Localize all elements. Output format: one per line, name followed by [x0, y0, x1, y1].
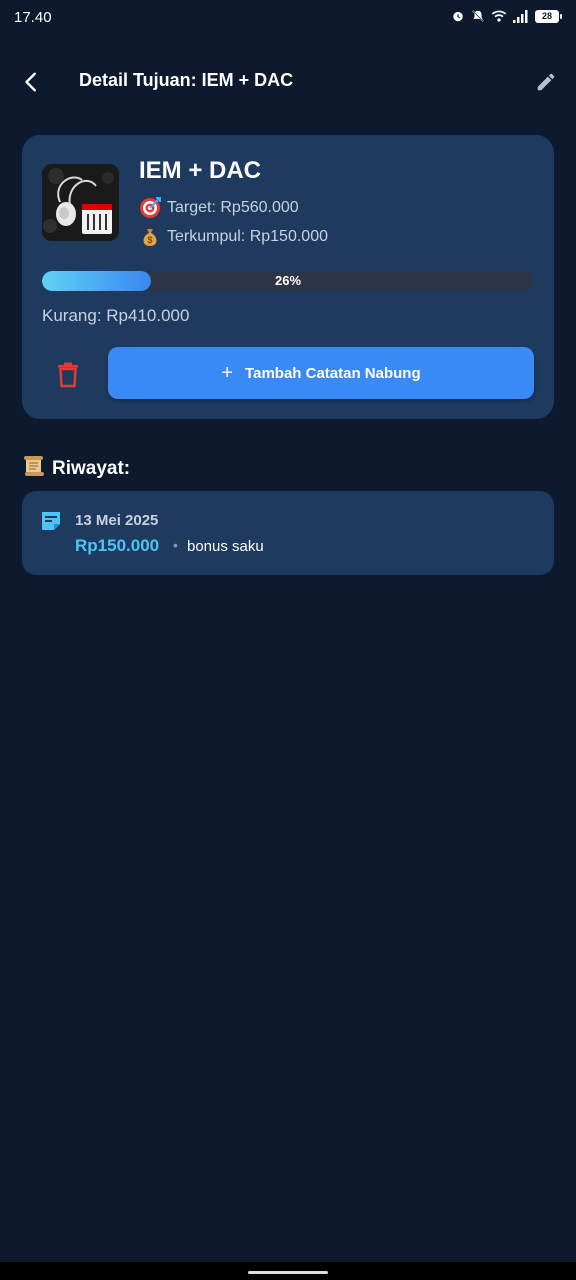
progress-percent: 26% [274, 273, 302, 288]
svg-text:$: $ [147, 235, 152, 245]
bell-off-icon [472, 10, 484, 22]
target-emoji-icon [139, 197, 161, 219]
scroll-emoji-icon [22, 454, 46, 484]
edit-button[interactable] [530, 66, 562, 98]
collected-label: Terkumpul: Rp150.000 [167, 228, 328, 245]
plus-icon: + [221, 362, 234, 384]
history-note: bonus saku [187, 538, 264, 555]
goal-collected: $ Terkumpul: Rp150.000 [139, 226, 328, 248]
history-separator: • [173, 537, 178, 553]
chevron-left-icon [25, 72, 36, 92]
system-nav-bar [0, 1262, 576, 1280]
battery-level: 28 [535, 9, 559, 23]
home-gesture-handle[interactable] [248, 1271, 328, 1274]
pencil-icon [537, 73, 555, 91]
add-saving-record-label: Tambah Catatan Nabung [245, 364, 421, 382]
app-bar: Detail Tujuan: IEM + DAC [0, 50, 576, 114]
goal-card: IEM + DAC Target: Rp560.000 $ Terkumpul:… [22, 135, 554, 419]
goal-image [42, 164, 119, 241]
history-heading: Riwayat: [22, 454, 130, 484]
add-saving-record-button[interactable]: + Tambah Catatan Nabung [108, 347, 534, 399]
delete-button[interactable] [52, 359, 84, 391]
money-bag-emoji-icon: $ [139, 226, 161, 248]
progress-bar: 26% [42, 271, 534, 291]
history-date: 13 Mei 2025 [75, 512, 159, 529]
wifi-icon [491, 10, 507, 22]
battery-icon: 28 [535, 9, 562, 23]
history-amount: Rp150.000 [75, 536, 160, 555]
status-icons: 28 [451, 9, 562, 23]
page-title: Detail Tujuan: IEM + DAC [79, 70, 294, 90]
goal-target: Target: Rp560.000 [139, 197, 299, 219]
signal-icon [513, 9, 528, 23]
history-list-item[interactable]: 13 Mei 2025 Rp150.000 • bonus saku [22, 491, 554, 575]
goal-name: IEM + DAC [139, 157, 262, 184]
back-button[interactable] [16, 66, 48, 98]
status-bar: 17.40 28 [0, 0, 576, 36]
history-title: Riwayat: [52, 458, 131, 479]
target-label: Target: Rp560.000 [167, 199, 299, 216]
note-icon [42, 512, 60, 530]
status-time: 17.40 [14, 9, 52, 26]
trash-icon [58, 362, 78, 388]
alarm-icon [453, 11, 463, 22]
remaining-label: Kurang: Rp410.000 [42, 306, 190, 325]
